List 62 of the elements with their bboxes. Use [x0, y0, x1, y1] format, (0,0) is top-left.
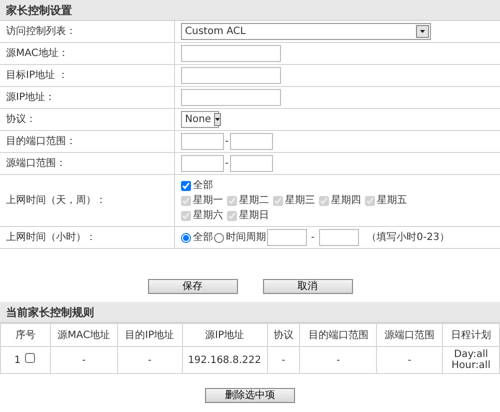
input-field[interactable]	[181, 67, 281, 84]
table-cell-text: Day:all	[454, 349, 488, 360]
input-field[interactable]	[230, 155, 273, 172]
checkbox[interactable]	[181, 180, 191, 190]
column-header: 日程计划	[442, 324, 500, 346]
checkbox-label: 星期六	[193, 208, 223, 223]
column-header: 目的端口范围	[300, 324, 377, 346]
dropdown[interactable]: Custom ACL	[181, 23, 431, 40]
caret-icon	[420, 30, 425, 33]
input-field[interactable]	[181, 89, 281, 106]
field-label: 上网时间（小时）：	[6, 230, 96, 245]
input-field[interactable]	[181, 155, 224, 172]
radio-label: 全部	[193, 230, 213, 245]
delete-button[interactable]: 删除选中项	[205, 388, 295, 403]
field-label: 访问控制列表：	[6, 24, 76, 39]
column-header: 协议	[267, 324, 300, 346]
input-field[interactable]	[318, 229, 359, 246]
checkbox-label: 星期三	[285, 194, 315, 208]
table-cell: -	[376, 346, 443, 374]
column-header: 源MAC地址	[50, 324, 118, 346]
field-label: 源IP地址：	[6, 90, 55, 105]
caret-icon	[215, 118, 220, 121]
radio-label: 时间周期	[226, 230, 266, 245]
section-title: 家长控制设置	[0, 0, 500, 21]
field-label: 源MAC地址：	[6, 46, 68, 61]
range-separator: -	[225, 135, 229, 149]
radio-button[interactable]	[214, 232, 224, 242]
field-label: 目标IP地址 ：	[6, 68, 68, 83]
input-field[interactable]	[230, 133, 273, 150]
range-separator: -	[311, 231, 315, 245]
action-button[interactable]: 保存	[148, 279, 238, 294]
field-label: 目的端口范围：	[6, 134, 76, 149]
table-cell: -	[267, 346, 300, 374]
column-header: 源IP地址	[182, 324, 268, 346]
checkbox[interactable]	[24, 352, 35, 362]
checkbox-label: 星期一	[193, 194, 223, 208]
input-field[interactable]	[181, 133, 224, 150]
table-cell: -	[300, 346, 377, 374]
action-button[interactable]: 取消	[262, 279, 352, 294]
radio-button[interactable]	[181, 232, 191, 242]
input-field[interactable]	[181, 45, 281, 62]
field-label: 协议：	[6, 112, 36, 127]
dropdown[interactable]: None	[181, 111, 219, 128]
checkbox-label: 星期五	[377, 194, 407, 208]
input-field[interactable]	[267, 229, 307, 246]
row-number: 1	[14, 354, 21, 366]
column-header: 序号	[0, 324, 50, 346]
column-header: 目的IP地址	[117, 324, 182, 346]
checkbox-label: 星期四	[331, 194, 361, 208]
hint-text: （填写小时0-23）	[366, 230, 450, 245]
field-label: 源端口范围：	[6, 156, 66, 171]
column-header: 源端口范围	[376, 324, 443, 346]
range-separator: -	[225, 157, 229, 171]
checkbox-label: 全部	[193, 178, 213, 193]
section-title: 当前家长控制规则	[0, 302, 500, 323]
table-cell: -	[117, 346, 182, 374]
checkbox-label: 星期二	[239, 194, 269, 208]
table-cell: -	[50, 346, 118, 374]
checkbox-label: 星期日	[239, 208, 269, 223]
table-cell: 192.168.8.222	[182, 346, 268, 374]
table-cell-text: Hour:all	[450, 360, 492, 371]
field-label: 上网时间（天，周）：	[6, 194, 106, 208]
